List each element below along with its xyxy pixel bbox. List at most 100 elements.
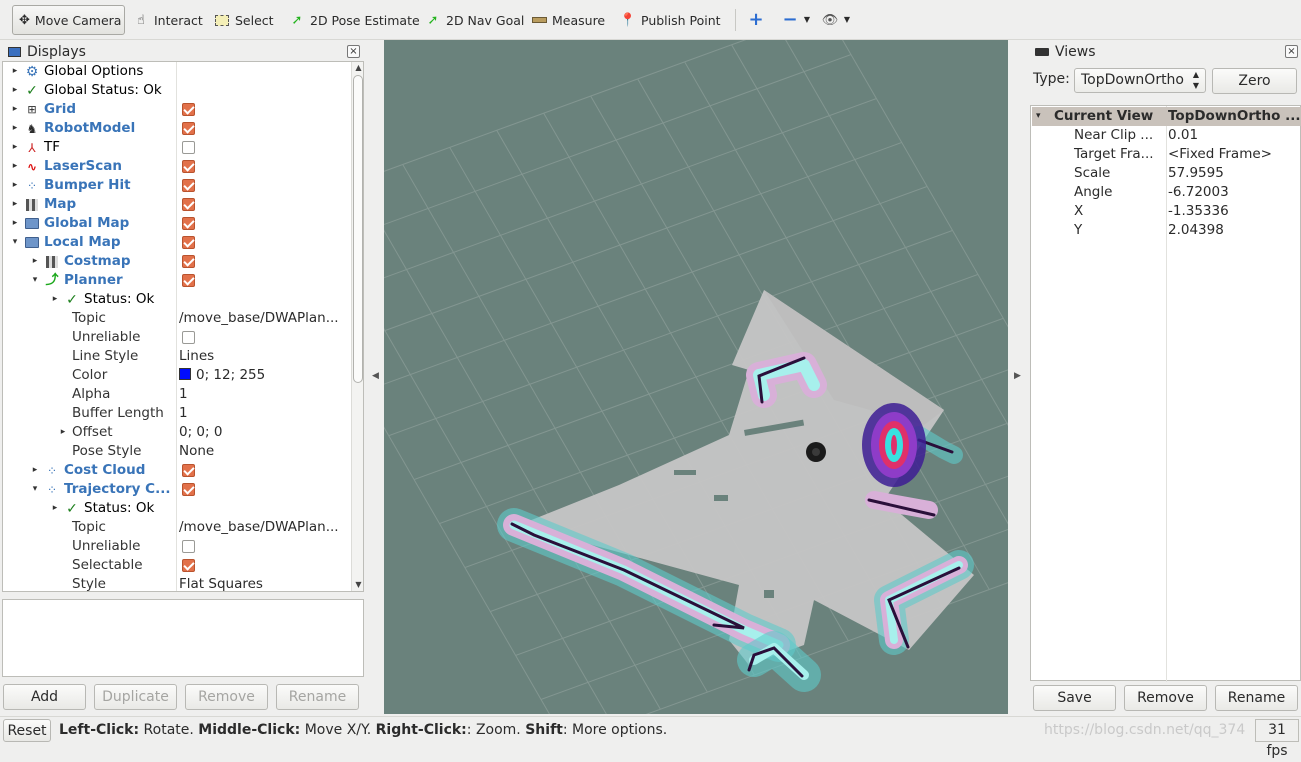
visibility-checkbox[interactable]: [182, 217, 195, 230]
nav-goal-tool[interactable]: ➚ 2D Nav Goal: [419, 5, 530, 35]
collapsed-arrow-icon[interactable]: ▸: [10, 81, 20, 100]
tree-row-value-cell[interactable]: [179, 100, 351, 119]
collapse-left-icon[interactable]: ◀: [372, 371, 379, 381]
collapsed-arrow-icon[interactable]: ▸: [58, 423, 68, 442]
collapse-right-icon[interactable]: ▶: [1014, 371, 1021, 381]
tree-row-value-cell[interactable]: [179, 214, 351, 233]
visibility-checkbox[interactable]: [182, 103, 195, 116]
view-property-value[interactable]: 57.9595: [1168, 164, 1224, 183]
remove-tool-button[interactable]: − ▼: [776, 5, 817, 35]
tree-row[interactable]: ▸ ⊞ Grid: [3, 100, 351, 119]
visibility-checkbox[interactable]: [182, 255, 195, 268]
add-button[interactable]: Add: [3, 684, 86, 710]
tree-row[interactable]: Topic/move_base/DWAPlan...: [3, 309, 351, 328]
duplicate-button[interactable]: Duplicate: [94, 684, 177, 710]
measure-tool[interactable]: Measure: [525, 5, 611, 35]
tree-row-value-cell[interactable]: [179, 62, 351, 81]
displays-scrollbar[interactable]: ▲ ▼: [351, 62, 363, 591]
view-property-row[interactable]: Near Clip ... 0.01: [1031, 126, 1300, 145]
select-tool[interactable]: Select: [208, 5, 280, 35]
tree-row-value-cell[interactable]: /move_base/DWAPlan...: [179, 518, 351, 537]
scrollbar-thumb[interactable]: [353, 75, 363, 383]
expanded-arrow-icon[interactable]: ▾: [30, 480, 40, 499]
tree-row[interactable]: ▸ ⁘ Bumper Hit: [3, 176, 351, 195]
tree-row[interactable]: ▸ ⚙ Global Options: [3, 62, 351, 81]
reset-button[interactable]: Reset: [3, 719, 51, 742]
tree-row-value-cell[interactable]: [179, 537, 351, 556]
collapsed-arrow-icon[interactable]: ▸: [10, 176, 20, 195]
save-view-button[interactable]: Save: [1033, 685, 1116, 711]
tree-row[interactable]: Line Style Lines: [3, 347, 351, 366]
tree-row-value-cell[interactable]: [179, 461, 351, 480]
visibility-checkbox[interactable]: [182, 122, 195, 135]
tree-row[interactable]: ▸ ✓ Global Status: Ok: [3, 81, 351, 100]
visibility-checkbox[interactable]: [182, 274, 195, 287]
current-view-header[interactable]: ▾ Current View TopDownOrtho ...: [1032, 107, 1301, 126]
tree-row[interactable]: Alpha 1: [3, 385, 351, 404]
tree-row-value-cell[interactable]: [179, 328, 351, 347]
tree-row[interactable]: ▸ Global Map: [3, 214, 351, 233]
scroll-up-icon[interactable]: ▲: [352, 62, 363, 74]
view-property-value[interactable]: <Fixed Frame>: [1168, 145, 1272, 164]
tree-row[interactable]: ▾ ⤴ Planner: [3, 271, 351, 290]
visibility-checkbox[interactable]: [182, 198, 195, 211]
tree-row-value-cell[interactable]: [179, 138, 351, 157]
tree-row-value-cell[interactable]: [179, 81, 351, 100]
view-property-value[interactable]: -1.35336: [1168, 202, 1229, 221]
collapsed-arrow-icon[interactable]: ▸: [30, 461, 40, 480]
tree-row[interactable]: ▸ ✓ Status: Ok: [3, 290, 351, 309]
visibility-checkbox[interactable]: [182, 559, 195, 572]
view-property-row[interactable]: Angle -6.72003: [1031, 183, 1300, 202]
collapsed-arrow-icon[interactable]: ▸: [10, 119, 20, 138]
tree-row[interactable]: ▸ ✓ Status: Ok: [3, 499, 351, 518]
rename-view-button[interactable]: Rename: [1215, 685, 1298, 711]
tree-row[interactable]: ▸ ♞ RobotModel: [3, 119, 351, 138]
tree-row-value-cell[interactable]: [179, 119, 351, 138]
tree-row-value-cell[interactable]: Lines: [179, 347, 351, 366]
visibility-checkbox[interactable]: [182, 464, 195, 477]
tree-row-value-cell[interactable]: [179, 271, 351, 290]
tree-row[interactable]: ▸ ⅄ TF: [3, 138, 351, 157]
collapsed-arrow-icon[interactable]: ▸: [50, 290, 60, 309]
collapsed-arrow-icon[interactable]: ▸: [50, 499, 60, 518]
collapsed-arrow-icon[interactable]: ▸: [10, 157, 20, 176]
view-property-value[interactable]: -6.72003: [1168, 183, 1229, 202]
tree-row[interactable]: ▸ ∿ LaserScan: [3, 157, 351, 176]
view-property-value[interactable]: 2.04398: [1168, 221, 1224, 240]
visibility-checkbox[interactable]: [182, 141, 195, 154]
tree-row[interactable]: Unreliable: [3, 328, 351, 347]
view-property-row[interactable]: Target Fra... <Fixed Frame>: [1031, 145, 1300, 164]
close-icon[interactable]: ×: [1285, 45, 1298, 58]
interact-tool[interactable]: ☝ Interact: [127, 5, 209, 35]
pose-estimate-tool[interactable]: ➚ 2D Pose Estimate: [283, 5, 426, 35]
tree-row[interactable]: ▸ Offset 0; 0; 0: [3, 423, 351, 442]
tree-row-value-cell[interactable]: [179, 233, 351, 252]
tree-row[interactable]: ▸ Map: [3, 195, 351, 214]
visibility-checkbox[interactable]: [182, 483, 195, 496]
collapsed-arrow-icon[interactable]: ▸: [10, 62, 20, 81]
tree-row-value-cell[interactable]: None: [179, 442, 351, 461]
tree-row[interactable]: Topic/move_base/DWAPlan...: [3, 518, 351, 537]
tree-row[interactable]: ▾ ⁘ Trajectory C...: [3, 480, 351, 499]
collapsed-arrow-icon[interactable]: ▸: [10, 214, 20, 233]
color-swatch[interactable]: [179, 368, 191, 380]
tree-row-value-cell[interactable]: Flat Squares: [179, 575, 351, 591]
tree-row[interactable]: ▸ Costmap: [3, 252, 351, 271]
tree-row-value-cell[interactable]: [179, 556, 351, 575]
tree-row[interactable]: Style Flat Squares: [3, 575, 351, 591]
add-tool-button[interactable]: +: [742, 5, 770, 35]
tree-row-value-cell[interactable]: 1: [179, 385, 351, 404]
collapsed-arrow-icon[interactable]: ▸: [10, 138, 20, 157]
view-property-value[interactable]: 0.01: [1168, 126, 1198, 145]
tree-row[interactable]: ▾ Local Map: [3, 233, 351, 252]
visibility-checkbox[interactable]: [182, 331, 195, 344]
view-property-row[interactable]: Scale 57.9595: [1031, 164, 1300, 183]
publish-point-tool[interactable]: 📍 Publish Point: [614, 5, 727, 35]
zero-button[interactable]: Zero: [1212, 68, 1297, 94]
visibility-checkbox[interactable]: [182, 236, 195, 249]
tree-row[interactable]: Pose Style None: [3, 442, 351, 461]
collapsed-arrow-icon[interactable]: ▸: [30, 252, 40, 271]
move-camera-tool[interactable]: ✥ Move Camera: [12, 5, 125, 35]
tree-row-value-cell[interactable]: [179, 157, 351, 176]
tree-row-value-cell[interactable]: [179, 195, 351, 214]
